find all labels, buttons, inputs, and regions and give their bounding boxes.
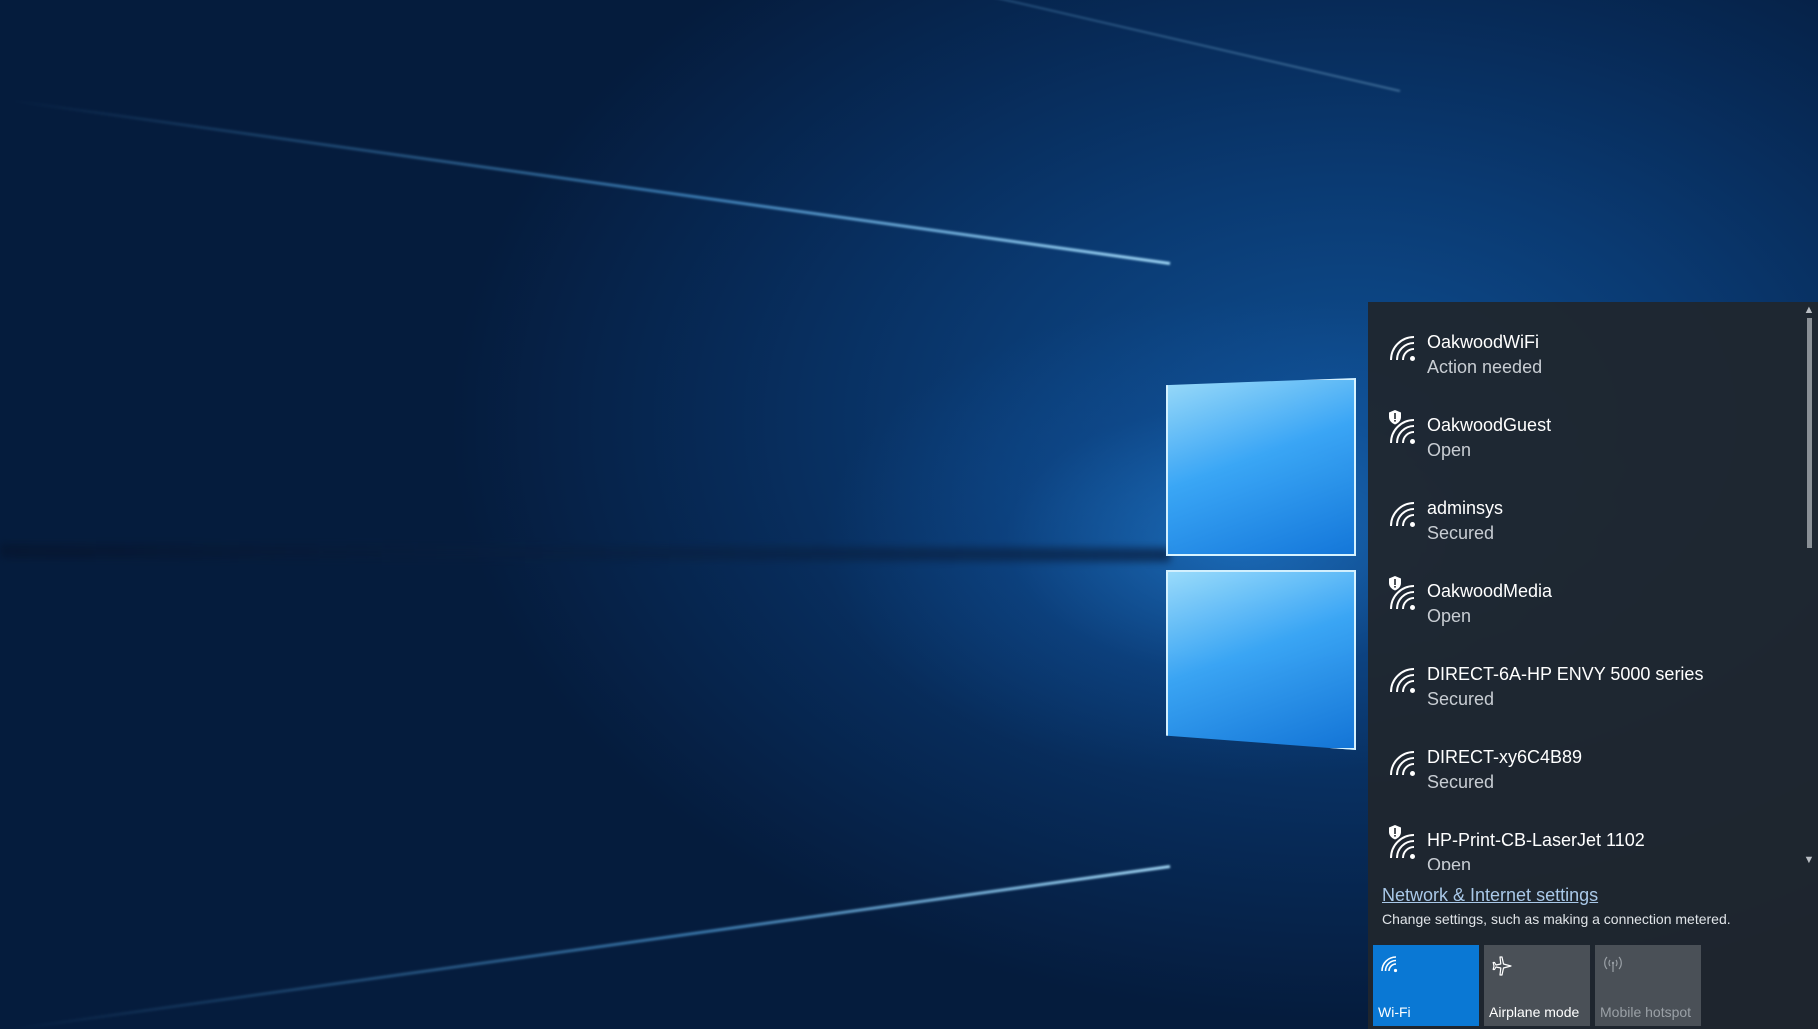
network-status: Secured xyxy=(1427,523,1495,543)
airplane-mode-tile[interactable]: Airplane mode xyxy=(1484,945,1590,1026)
wifi-tile-label: Wi-Fi xyxy=(1378,1004,1411,1020)
network-list-item[interactable]: OakwoodGuest Open xyxy=(1368,385,1798,468)
light-beam xyxy=(0,543,1171,562)
network-flyout: OakwoodWiFi Action needed OakwoodGuest Open… xyxy=(1368,302,1818,1029)
network-name: adminsys xyxy=(1427,498,1504,518)
shield-warning-icon xyxy=(1388,825,1402,845)
network-name: DIRECT-xy6C4B89 xyxy=(1427,747,1583,767)
mobile-hotspot-tile[interactable]: Mobile hotspot xyxy=(1595,945,1701,1026)
network-list: OakwoodWiFi Action needed OakwoodGuest Open… xyxy=(1368,302,1798,870)
network-name: OakwoodGuest xyxy=(1427,415,1552,435)
network-list-item[interactable]: OakwoodMedia Open xyxy=(1368,551,1798,634)
network-settings-link[interactable]: Network & Internet settings xyxy=(1382,885,1598,906)
network-name: HP-Print-CB-LaserJet 1102 xyxy=(1427,830,1645,850)
network-name: OakwoodWiFi xyxy=(1427,332,1540,352)
airplane-icon xyxy=(1491,955,1513,982)
network-status: Open xyxy=(1427,606,1472,626)
network-list-item[interactable]: adminsys Secured xyxy=(1368,468,1798,551)
network-status: Open xyxy=(1427,440,1472,460)
wifi-signal-icon xyxy=(1386,747,1422,777)
hotspot-tile-label: Mobile hotspot xyxy=(1600,1004,1692,1020)
wifi-signal-icon xyxy=(1386,498,1422,528)
light-beam xyxy=(11,99,1171,265)
network-list-scrollbar[interactable]: ▲ ▼ xyxy=(1800,302,1818,870)
network-status: Open xyxy=(1427,855,1472,870)
scroll-track[interactable] xyxy=(1807,318,1812,852)
wifi-icon xyxy=(1380,955,1400,978)
network-status: Action needed xyxy=(1427,357,1543,377)
wifi-signal-icon xyxy=(1386,332,1422,362)
scroll-down-arrow-icon[interactable]: ▼ xyxy=(1803,854,1815,866)
network-list-item[interactable]: OakwoodWiFi Action needed xyxy=(1368,302,1798,385)
network-status: Secured xyxy=(1427,772,1495,792)
network-settings-description: Change settings, such as making a connec… xyxy=(1382,911,1731,927)
shield-warning-icon xyxy=(1388,576,1402,596)
network-status: Secured xyxy=(1427,689,1495,709)
shield-warning-icon xyxy=(1388,410,1402,430)
light-beam xyxy=(11,865,1171,1029)
wifi-toggle-tile[interactable]: Wi-Fi xyxy=(1373,945,1479,1026)
network-list-item[interactable]: DIRECT-xy6C4B89 Secured xyxy=(1368,717,1798,800)
scroll-thumb[interactable] xyxy=(1807,318,1812,548)
wifi-signal-icon xyxy=(1386,664,1422,694)
scroll-up-arrow-icon[interactable]: ▲ xyxy=(1803,304,1815,316)
network-name: OakwoodMedia xyxy=(1427,581,1553,601)
airplane-tile-label: Airplane mode xyxy=(1489,1004,1580,1020)
network-list-item[interactable]: DIRECT-6A-HP ENVY 5000 series Secured xyxy=(1368,634,1798,717)
light-beam xyxy=(35,0,1401,92)
windows-logo-pane xyxy=(1166,570,1356,750)
network-name: DIRECT-6A-HP ENVY 5000 series xyxy=(1427,664,1704,684)
network-list-item[interactable]: HP-Print-CB-LaserJet 1102 Open xyxy=(1368,800,1798,870)
hotspot-icon xyxy=(1602,955,1624,978)
windows-logo-pane xyxy=(1166,378,1356,556)
